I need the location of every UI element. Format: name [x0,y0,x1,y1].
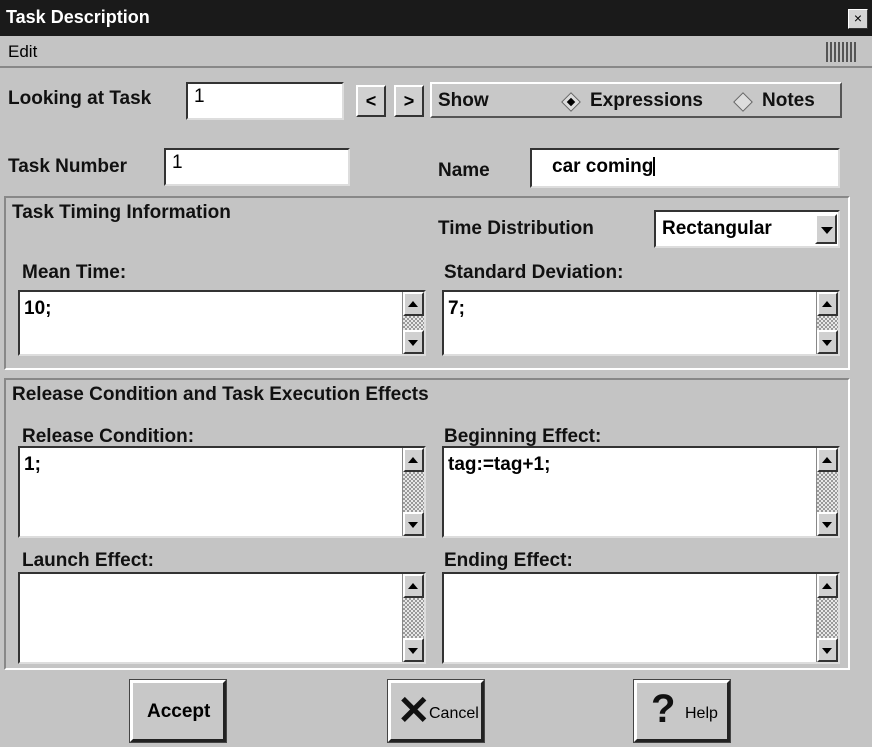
release-group-title: Release Condition and Task Execution Eff… [12,384,429,405]
ending-effect-label: Ending Effect: [444,550,573,571]
scroll-up-icon[interactable] [403,292,424,316]
window-title: Task Description [6,7,150,27]
scroll-up-icon[interactable] [403,574,424,598]
notes-radio-icon[interactable] [733,92,753,112]
standard-deviation-value: 7; [448,298,465,319]
time-distribution-dropdown[interactable]: Rectangular [654,210,840,248]
scroll-up-icon[interactable] [403,448,424,472]
expressions-radio-label[interactable]: Expressions [590,90,703,112]
help-button-label: Help [685,705,718,722]
scroll-down-icon[interactable] [817,330,838,354]
looking-at-task-input[interactable]: 1 [186,82,344,120]
launch-effect-textarea[interactable] [18,572,426,664]
scroll-down-icon[interactable] [403,512,424,536]
looking-at-task-label: Looking at Task [8,88,152,109]
task-number-value: 1 [172,152,183,173]
standard-deviation-scrollbar[interactable] [816,292,838,354]
beginning-effect-textarea[interactable]: tag:=tag+1; [442,446,840,538]
task-number-label: Task Number [8,156,127,177]
menu-bar: Edit [0,36,872,68]
show-label: Show [438,90,489,111]
release-condition-label: Release Condition: [22,426,195,447]
text-caret [653,157,656,177]
show-options-panel: Show Expressions Notes [430,82,842,118]
chevron-down-icon[interactable] [815,214,837,244]
task-number-input[interactable]: 1 [164,148,350,186]
ending-effect-textarea[interactable] [442,572,840,664]
scroll-down-icon[interactable] [403,638,424,662]
task-timing-title: Task Timing Information [12,202,231,223]
time-distribution-label: Time Distribution [438,218,594,239]
standard-deviation-textarea[interactable]: 7; [442,290,840,356]
release-condition-scrollbar[interactable] [402,448,424,536]
looking-at-task-value: 1 [194,86,205,107]
menu-edit[interactable]: Edit [8,42,37,62]
time-distribution-value: Rectangular [662,218,772,239]
question-mark-icon: ? [651,687,676,731]
accept-button[interactable]: Accept [129,679,227,743]
help-button[interactable]: ? Help [633,679,731,743]
accept-button-label: Accept [147,701,211,722]
beginning-effect-scrollbar[interactable] [816,448,838,536]
title-bar: Task Description × [0,0,872,36]
cancel-button-label: Cancel [429,705,479,722]
task-description-window: Task Description × Edit Looking at Task … [0,0,872,747]
launch-effect-scrollbar[interactable] [402,574,424,662]
ending-effect-scrollbar[interactable] [816,574,838,662]
scroll-up-icon[interactable] [817,292,838,316]
mean-time-scrollbar[interactable] [402,292,424,354]
next-task-button[interactable]: > [394,85,424,117]
name-input[interactable]: car coming [530,148,840,188]
name-label: Name [438,160,490,181]
name-value: car coming [552,156,654,177]
standard-deviation-label: Standard Deviation: [444,262,624,283]
release-condition-value: 1; [24,454,41,475]
scroll-down-icon[interactable] [817,512,838,536]
scroll-up-icon[interactable] [817,448,838,472]
grip-icon [826,42,856,62]
notes-radio-label[interactable]: Notes [762,90,815,112]
release-condition-textarea[interactable]: 1; [18,446,426,538]
beginning-effect-label: Beginning Effect: [444,426,602,447]
mean-time-textarea[interactable]: 10; [18,290,426,356]
scroll-down-icon[interactable] [403,330,424,354]
mean-time-label: Mean Time: [22,262,127,283]
launch-effect-label: Launch Effect: [22,550,154,571]
expressions-radio-icon[interactable] [561,92,581,112]
prev-task-button[interactable]: < [356,85,386,117]
cancel-button[interactable]: ✕ Cancel [387,679,485,743]
cancel-x-icon: ✕ [397,689,431,733]
scroll-up-icon[interactable] [817,574,838,598]
scroll-down-icon[interactable] [817,638,838,662]
mean-time-value: 10; [24,298,52,319]
beginning-effect-value: tag:=tag+1; [448,454,551,475]
close-button[interactable]: × [848,9,868,29]
